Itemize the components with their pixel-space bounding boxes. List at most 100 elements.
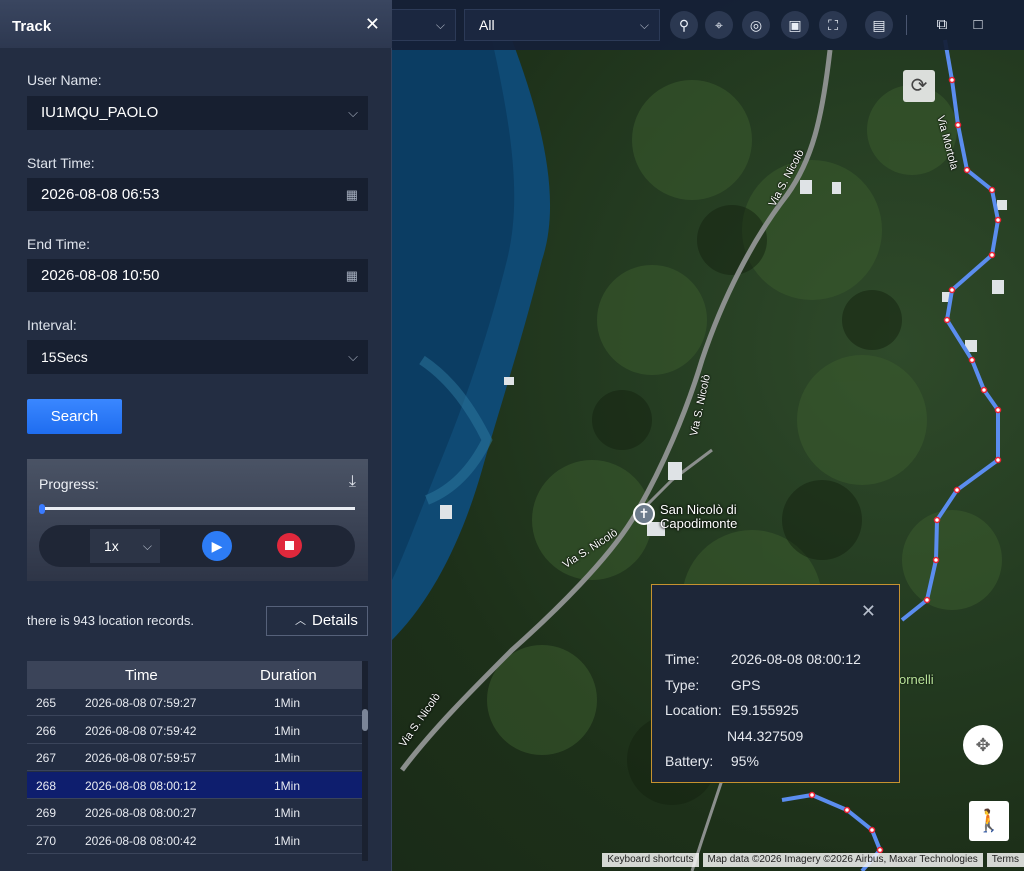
column-header-duration: Duration <box>260 667 317 684</box>
close-icon[interactable]: ✕ <box>365 14 380 35</box>
user-name-select[interactable]: IU1MQU_PAOLO ⌵ <box>27 96 368 130</box>
filter-select[interactable]: All ⌵ <box>464 9 660 41</box>
table-scrollbar[interactable] <box>362 661 368 861</box>
poi-label: San Nicolò di Capodimonte <box>660 503 737 531</box>
start-time-label: Start Time: <box>27 155 95 171</box>
start-time-value: 2026-08-08 06:53 <box>41 186 160 203</box>
end-time-value: 2026-08-08 10:50 <box>41 267 160 284</box>
search-button[interactable]: Search <box>27 399 122 434</box>
row-index: 265 <box>36 696 57 710</box>
row-index: 269 <box>36 806 57 820</box>
chevron-down-icon: ⌵ <box>435 18 445 32</box>
interval-value: 15Secs <box>41 349 88 365</box>
download-icon[interactable]: ⤓ <box>349 473 356 491</box>
playback-controls: 1x ⌵ ▶ <box>39 525 355 567</box>
row-time: 2026-08-08 07:59:57 <box>85 751 197 765</box>
calendar-icon[interactable]: ▦ <box>346 259 358 292</box>
location-info-popup: ✕ Time: 2026-08-08 08:00:12 Type: GPS Lo… <box>651 584 900 783</box>
row-duration: 1Min <box>274 751 301 765</box>
chevron-down-icon: ⌵ <box>348 349 358 364</box>
popup-battery-label: Battery: <box>665 753 714 769</box>
maximize-icon[interactable]: □ <box>967 14 989 36</box>
speed-value: 1x <box>104 538 119 554</box>
table-header: Time Duration <box>27 661 362 689</box>
map-toolbar: ⌵ All ⌵ ⚲ ⌖ ◎ ▣ ⛶ ▤ ⧉ □ <box>392 0 1024 50</box>
crosshair-icon[interactable]: ⌖ <box>705 11 733 39</box>
start-time-input[interactable]: 2026-08-08 06:53 ▦ <box>27 178 368 211</box>
column-header-time: Time <box>125 667 158 684</box>
interval-label: Interval: <box>27 317 77 333</box>
poi-name-line1: San Nicolò di <box>660 502 737 517</box>
popup-battery-row: Battery: 95% <box>665 753 759 769</box>
church-icon[interactable]: ✝ <box>633 503 655 525</box>
table-row[interactable]: 269 2026-08-08 08:00:27 1Min <box>27 799 362 826</box>
speed-select[interactable]: 1x ⌵ <box>90 529 160 563</box>
app-root: Via S. Nicolò Via S. Nicolò Via S. Nicol… <box>0 0 1024 871</box>
user-name-label: User Name: <box>27 72 102 88</box>
row-time: 2026-08-08 07:59:42 <box>85 723 197 738</box>
row-index: 270 <box>36 833 57 848</box>
terms-link[interactable]: Terms <box>986 853 1024 867</box>
map-data-text: Map data ©2026 Imagery ©2026 Airbus, Max… <box>702 853 983 867</box>
popup-type-value: GPS <box>730 677 761 693</box>
popup-time-row: Time: 2026-08-08 08:00:12 <box>665 651 861 667</box>
records-count-text: there is 943 location records. <box>27 613 194 628</box>
table-row[interactable]: 267 2026-08-08 07:59:57 1Min <box>27 744 362 771</box>
panel-title: Track <box>12 18 52 35</box>
row-duration: 1Min <box>274 696 301 710</box>
user-name-value: IU1MQU_PAOLO <box>41 104 159 121</box>
row-index: 266 <box>36 723 57 738</box>
records-table: Time Duration 265 2026-08-08 07:59:27 1Min… <box>27 661 362 861</box>
area-select-icon[interactable]: ⛶ <box>819 11 847 39</box>
chevron-up-icon: ︿ <box>295 615 306 627</box>
location-pin-icon[interactable]: ⚲ <box>670 11 698 39</box>
pan-control-icon[interactable]: ✥ <box>963 725 1003 765</box>
progress-panel: Progress: ⤓ 1x ⌵ ▶ <box>27 459 368 581</box>
rotate-icon[interactable]: ⟳ <box>903 70 935 102</box>
details-button[interactable]: ︿ Details <box>266 606 368 636</box>
interval-select[interactable]: 15Secs ⌵ <box>27 340 368 374</box>
filter-select-value: All <box>479 17 495 33</box>
keyboard-shortcuts-link[interactable]: Keyboard shortcuts <box>602 853 699 867</box>
table-row[interactable]: 268 2026-08-08 08:00:12 1Min <box>27 771 362 799</box>
map-attribution: Keyboard shortcuts Map data ©2026 Imager… <box>598 853 1024 867</box>
play-icon[interactable]: ▶ <box>202 531 232 561</box>
row-duration: 1Min <box>274 806 301 820</box>
popup-location-label: Location: <box>665 702 722 718</box>
scrollbar-thumb[interactable] <box>362 709 368 731</box>
toolbox-icon[interactable]: ▤ <box>865 11 893 39</box>
popup-time-value: 2026-08-08 08:00:12 <box>730 651 861 667</box>
device-select[interactable]: ⌵ <box>392 9 456 41</box>
row-time: 2026-08-08 08:00:27 <box>85 806 197 820</box>
popup-location-lat: N44.327509 <box>727 728 804 744</box>
panel-header: Track ✕ <box>0 0 392 48</box>
details-label: Details <box>312 612 358 629</box>
close-icon[interactable]: ✕ <box>861 601 876 622</box>
progress-handle[interactable] <box>39 504 45 514</box>
pegman-icon[interactable]: 🚶 <box>969 801 1009 841</box>
stop-icon[interactable] <box>277 533 302 558</box>
table-row[interactable]: 270 2026-08-08 08:00:42 1Min <box>27 827 362 854</box>
poi-name-line2: Capodimonte <box>660 516 738 531</box>
end-time-input[interactable]: 2026-08-08 10:50 ▦ <box>27 259 368 292</box>
measure-icon[interactable]: ▣ <box>781 11 809 39</box>
popup-type-row: Type: GPS <box>665 677 760 693</box>
table-row[interactable]: 266 2026-08-08 07:59:42 1Min <box>27 717 362 744</box>
end-time-label: End Time: <box>27 236 91 252</box>
popup-type-label: Type: <box>665 677 700 693</box>
calendar-icon[interactable]: ▦ <box>346 178 358 211</box>
toolbar-separator <box>906 15 907 35</box>
row-time: 2026-08-08 08:00:12 <box>85 778 197 793</box>
picture-in-picture-icon[interactable]: ⧉ <box>931 14 953 36</box>
row-duration: 1Min <box>274 833 301 848</box>
row-time: 2026-08-08 08:00:42 <box>85 833 197 848</box>
chevron-down-icon: ⌵ <box>348 105 358 120</box>
row-index: 267 <box>36 751 57 765</box>
chevron-down-icon: ⌵ <box>142 539 152 553</box>
row-duration: 1Min <box>274 723 301 738</box>
progress-slider[interactable] <box>41 507 355 510</box>
place-label: ornelli <box>899 672 934 687</box>
table-row[interactable]: 265 2026-08-08 07:59:27 1Min <box>27 689 362 716</box>
popup-location-lon: E9.155925 <box>730 702 799 718</box>
geofence-icon[interactable]: ◎ <box>742 11 770 39</box>
